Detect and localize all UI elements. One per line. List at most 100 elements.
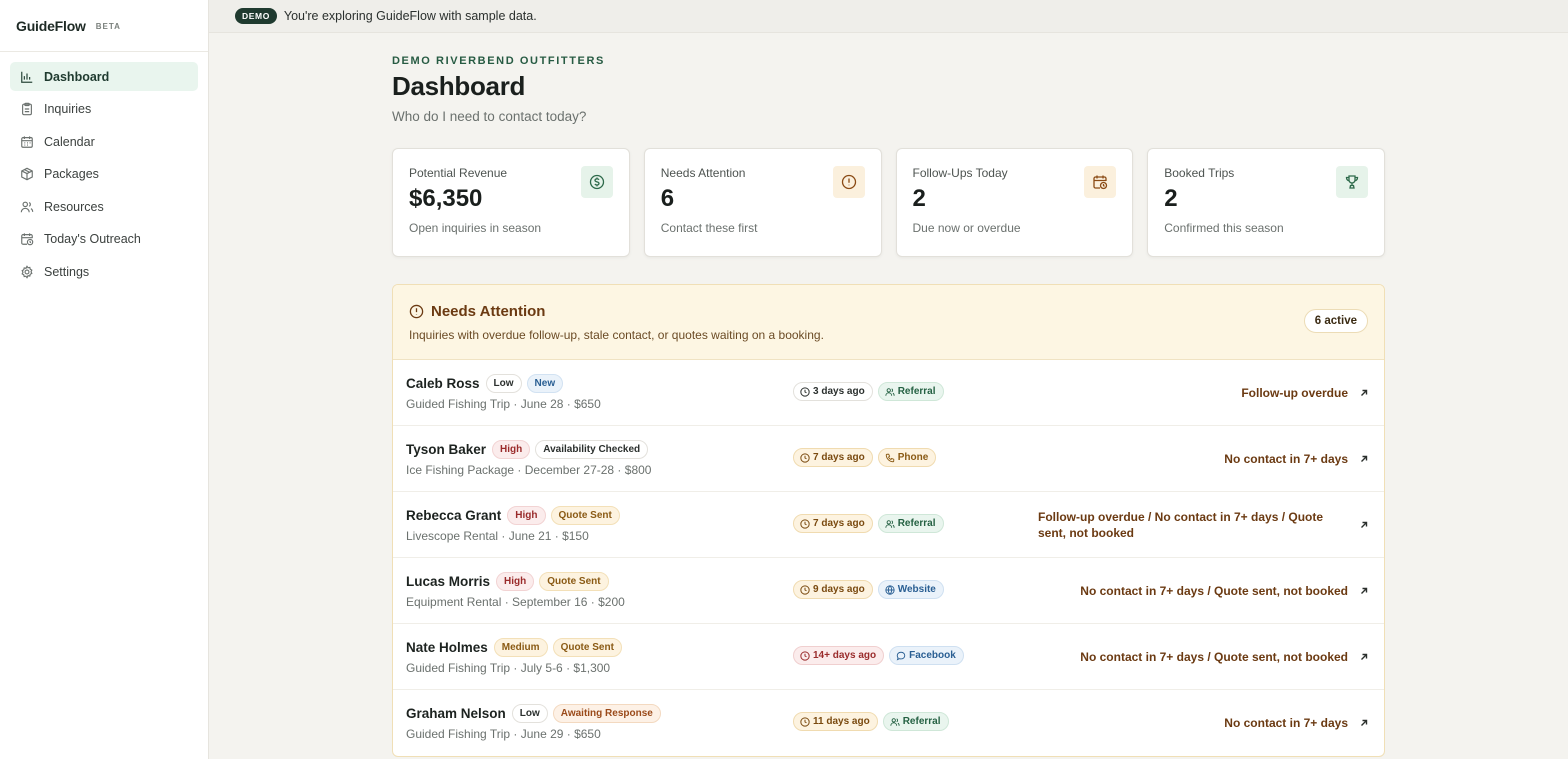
inquiry-row[interactable]: Lucas Morris High Quote Sent Equipment R…	[393, 558, 1384, 624]
priority-badge: High	[492, 440, 531, 459]
inquiry-row[interactable]: Graham Nelson Low Awaiting Response Guid…	[393, 690, 1384, 756]
alert-icon	[832, 166, 865, 198]
arrow-up-right-icon[interactable]	[1358, 518, 1370, 530]
stat-cards: Potential Revenue $6,350 Open inquiries …	[392, 148, 1385, 257]
stat-note: Due now or overdue	[912, 221, 1021, 235]
clipboard-icon	[20, 102, 34, 116]
attention-reason: No contact in 7+ days	[1224, 715, 1348, 730]
stat-note: Contact these first	[660, 221, 758, 235]
inquiry-detail: Guided Fishing Trip · June 29 · $650	[406, 727, 601, 741]
attention-reason: Follow-up overdue	[1241, 385, 1348, 400]
arrow-up-right-icon[interactable]	[1358, 386, 1370, 398]
priority-badge: Low	[485, 374, 522, 393]
alert-icon	[409, 304, 424, 319]
stat-card-potential-revenue[interactable]: Potential Revenue $6,350 Open inquiries …	[392, 148, 630, 257]
sidebar-item-settings[interactable]: Settings	[10, 258, 198, 287]
sidebar-item-label: Inquiries	[44, 102, 92, 117]
status-badge: Quote Sent	[539, 572, 609, 591]
trophy-icon	[1336, 166, 1368, 198]
inquiry-heading: Tyson Baker High Availability Checked	[406, 440, 653, 459]
sidebar-item-calendar[interactable]: Calendar	[10, 127, 198, 156]
inquiry-heading: Caleb Ross Low New	[406, 374, 568, 393]
stat-note: Confirmed this season	[1164, 221, 1284, 235]
source-chip: Facebook	[889, 646, 964, 665]
sidebar-item-label: Settings	[44, 265, 90, 280]
sidebar-item-packages[interactable]: Packages	[10, 160, 198, 189]
users-icon	[890, 717, 900, 726]
priority-badge: Low	[511, 704, 548, 723]
organization-name: DEMO RIVERBEND OUTFITTERS	[392, 55, 605, 67]
users-icon	[885, 519, 895, 528]
source-chip: Referral	[877, 382, 944, 401]
arrow-up-right-icon[interactable]	[1358, 716, 1370, 728]
demo-banner-text: You're exploring GuideFlow with sample d…	[283, 9, 537, 23]
sidebar-item-inquiries[interactable]: Inquiries	[10, 95, 198, 124]
inquiry-row[interactable]: Caleb Ross Low New Guided Fishing Trip ·…	[393, 360, 1384, 426]
last-contact-chip: 7 days ago	[793, 514, 873, 533]
users-icon	[885, 387, 895, 396]
globe-icon	[885, 584, 895, 595]
source-chip: Referral	[877, 514, 944, 533]
page-subtitle: Who do I need to contact today?	[392, 109, 587, 124]
sidebar-item-label: Dashboard	[44, 69, 110, 84]
stat-note: Open inquiries in season	[409, 221, 542, 235]
status-badge: New	[526, 374, 564, 393]
chat-bubble-icon	[896, 651, 906, 660]
needs-attention-header: Needs Attention Inquiries with overdue f…	[393, 285, 1384, 360]
priority-badge: Medium	[493, 638, 548, 657]
customer-name: Lucas Morris	[406, 574, 491, 589]
clock-icon	[800, 518, 810, 529]
sidebar-item-todays-outreach[interactable]: Today's Outreach	[10, 225, 198, 254]
source-chip: Phone	[877, 448, 937, 467]
sidebar-item-label: Calendar	[44, 134, 95, 149]
clock-icon	[800, 716, 810, 727]
stat-card-booked-trips[interactable]: Booked Trips 2 Confirmed this season	[1147, 148, 1385, 257]
priority-badge: High	[496, 572, 535, 591]
last-contact-chip: 11 days ago	[793, 712, 878, 731]
bar-chart-icon	[20, 70, 34, 84]
status-badge: Awaiting Response	[552, 704, 661, 723]
inquiry-heading: Nate Holmes Medium Quote Sent	[406, 638, 627, 657]
arrow-up-right-icon[interactable]	[1358, 650, 1370, 662]
dollar-icon	[580, 166, 613, 198]
status-badge: Quote Sent	[552, 638, 622, 657]
brand[interactable]: GuideFlow BETA	[0, 0, 208, 52]
demo-badge: DEMO	[235, 8, 277, 24]
inquiry-detail: Guided Fishing Trip · July 5-6 · $1,300	[406, 661, 611, 675]
clock-icon	[800, 584, 810, 595]
package-icon	[20, 167, 34, 181]
sidebar: GuideFlow BETA Dashboard Inquiries Calen…	[0, 0, 209, 759]
inquiry-row[interactable]: Tyson Baker High Availability Checked Ic…	[393, 426, 1384, 492]
arrow-up-right-icon[interactable]	[1358, 452, 1370, 464]
status-badge: Availability Checked	[535, 440, 649, 459]
sidebar-item-dashboard[interactable]: Dashboard	[10, 62, 198, 91]
sidebar-item-label: Packages	[44, 167, 99, 182]
phone-icon	[885, 453, 894, 462]
sidebar-item-resources[interactable]: Resources	[10, 192, 198, 221]
clock-icon	[800, 650, 810, 661]
source-chip: Website	[877, 580, 944, 599]
panel-title-text: Needs Attention	[431, 303, 546, 320]
stat-card-follow-ups-today[interactable]: Follow-Ups Today 2 Due now or overdue	[895, 148, 1134, 257]
sidebar-item-label: Resources	[44, 199, 104, 214]
inquiry-row[interactable]: Rebecca Grant High Quote Sent Livescope …	[393, 492, 1384, 558]
customer-name: Nate Holmes	[406, 640, 488, 655]
last-contact-chip: 14+ days ago	[793, 646, 885, 665]
needs-attention-panel: Needs Attention Inquiries with overdue f…	[392, 284, 1385, 757]
stat-card-needs-attention[interactable]: Needs Attention 6 Contact these first	[643, 148, 882, 257]
needs-attention-title: Needs Attention	[409, 303, 1368, 320]
inquiry-meta: 11 days ago Referral	[793, 712, 954, 731]
users-icon	[20, 200, 34, 214]
inquiry-heading: Lucas Morris High Quote Sent	[406, 572, 614, 591]
inquiry-row[interactable]: Nate Holmes Medium Quote Sent Guided Fis…	[393, 624, 1384, 690]
attention-reason: Follow-up overdue / No contact in 7+ day…	[1038, 509, 1324, 540]
arrow-up-right-icon[interactable]	[1358, 584, 1370, 596]
calendar-icon	[20, 135, 34, 149]
page-title: Dashboard	[392, 71, 526, 101]
inquiry-meta: 3 days ago Referral	[793, 382, 949, 401]
gear-icon	[20, 265, 34, 279]
attention-reason: No contact in 7+ days / Quote sent, not …	[1080, 649, 1348, 664]
customer-name: Graham Nelson	[406, 706, 506, 721]
calendar-clock-icon	[20, 232, 34, 246]
last-contact-chip: 9 days ago	[793, 580, 873, 599]
